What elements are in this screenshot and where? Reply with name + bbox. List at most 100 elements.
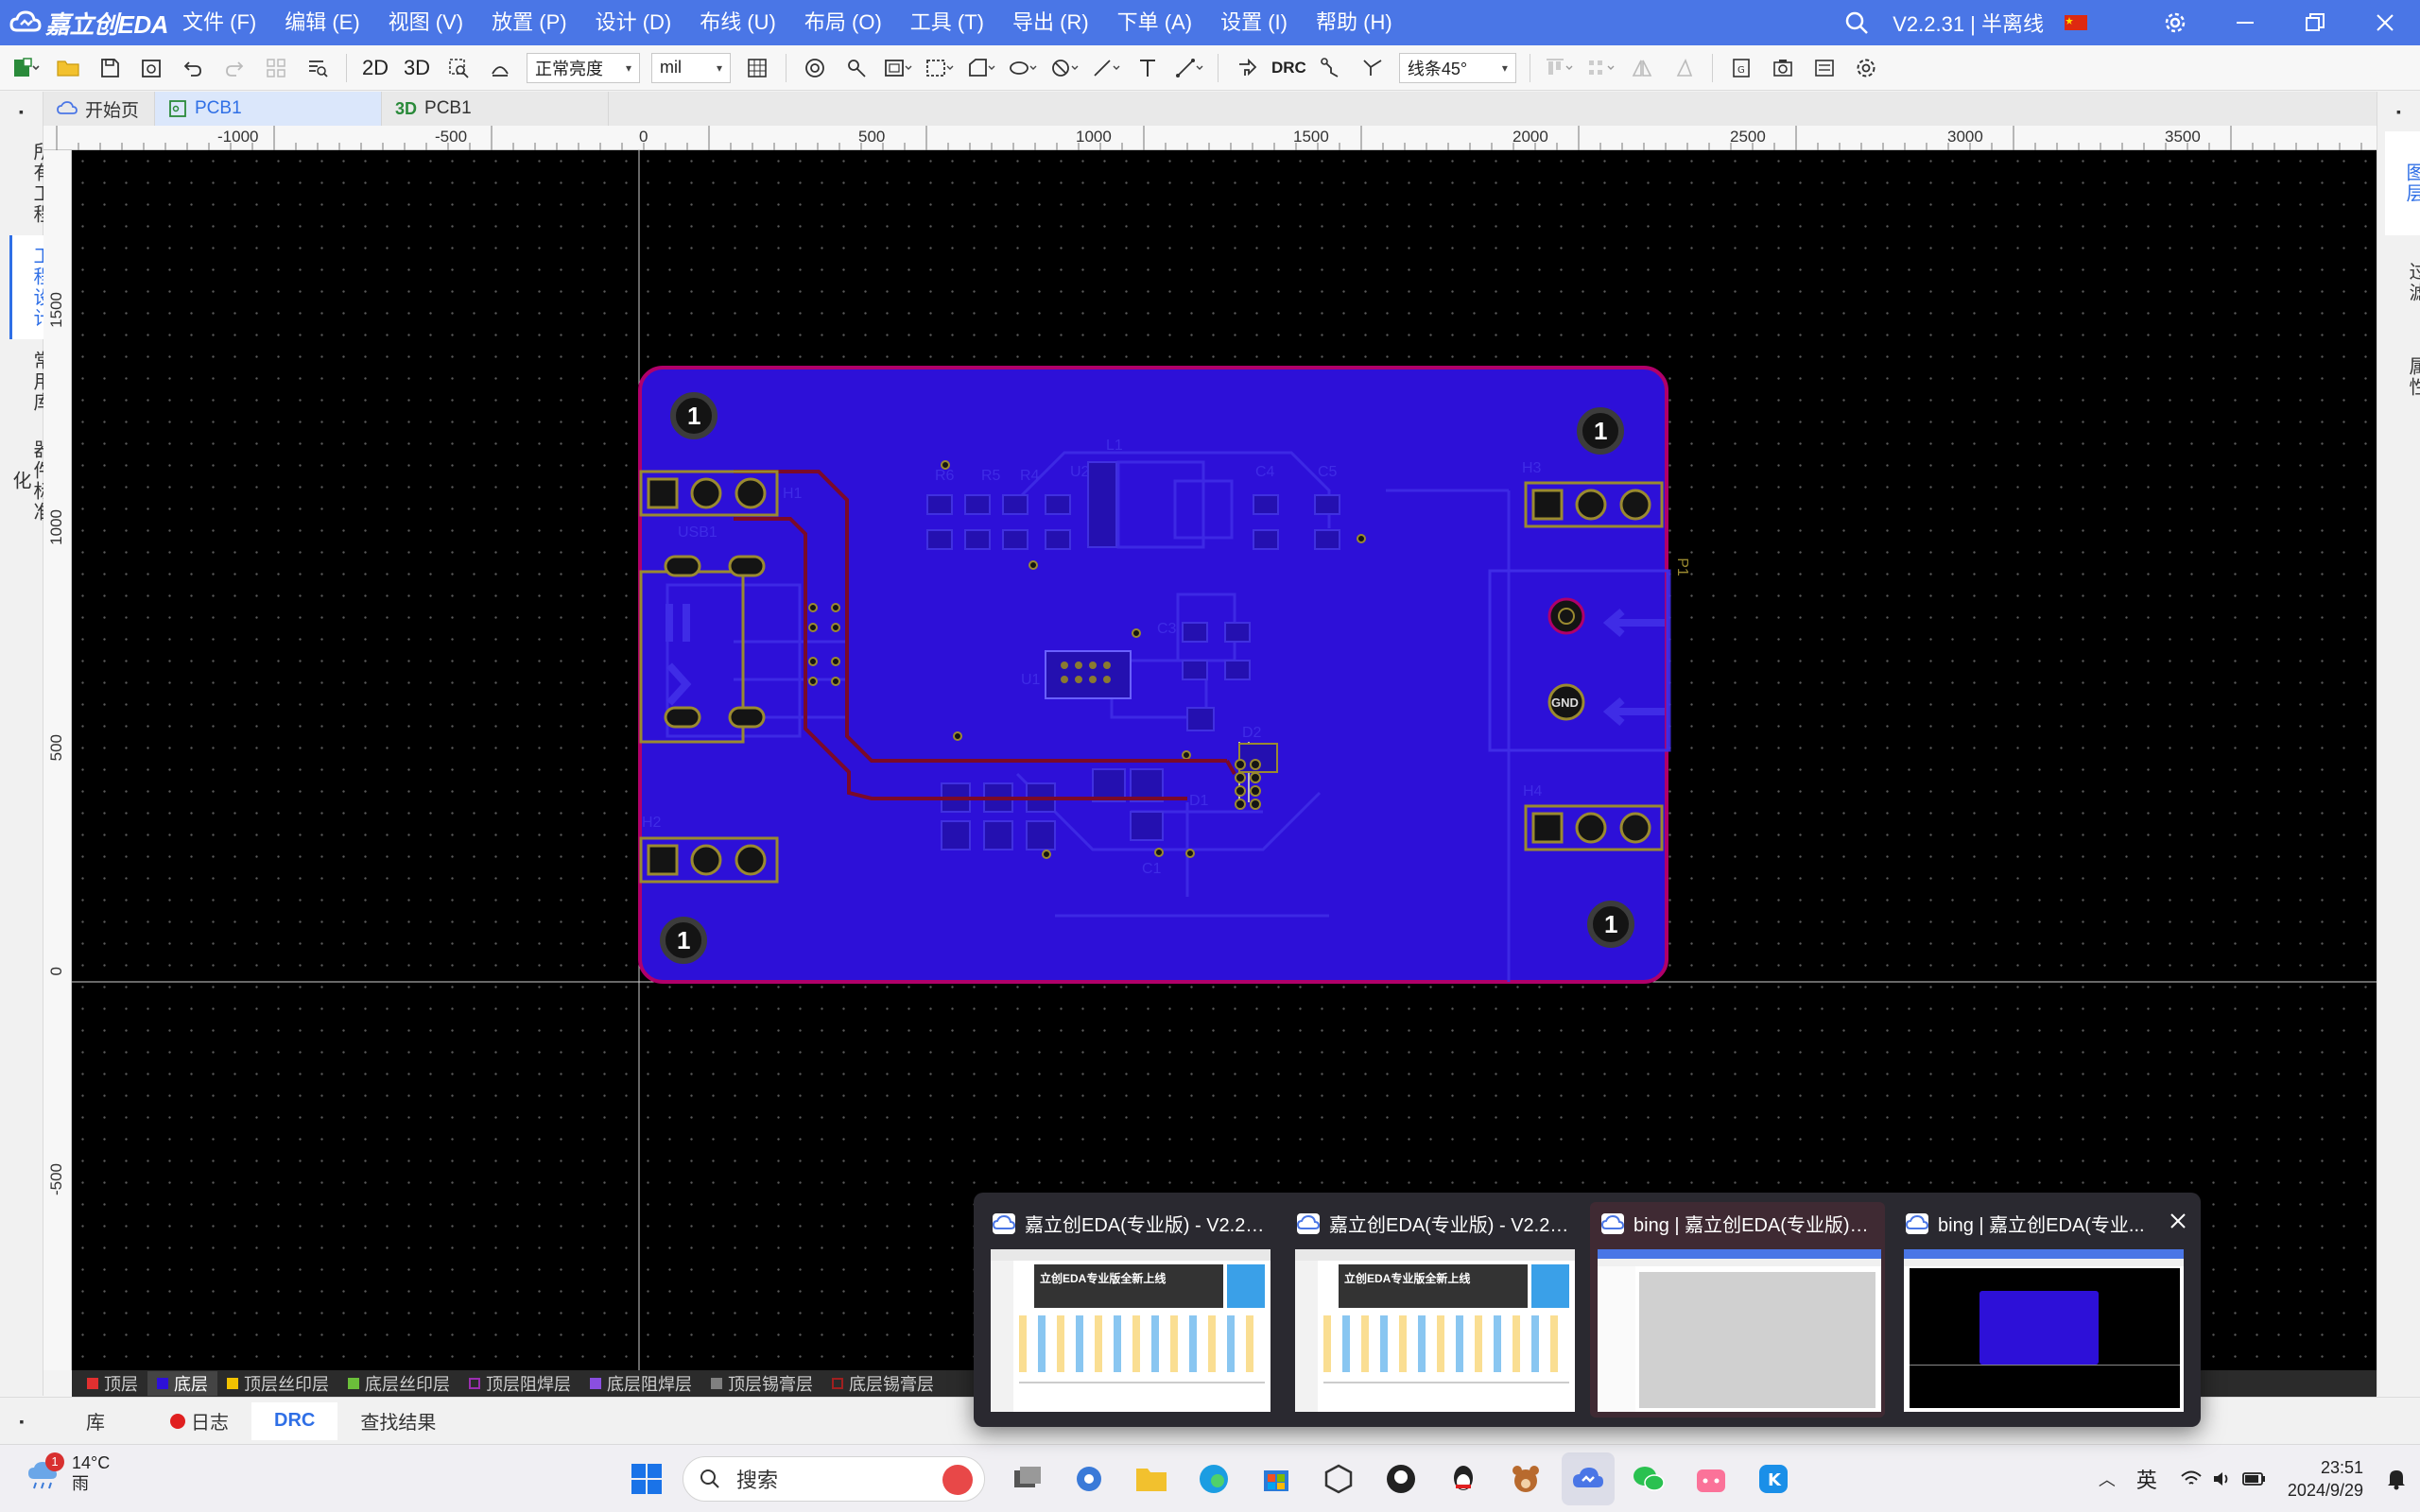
task-view-icon[interactable] — [1006, 1458, 1047, 1500]
lceda-taskbar-icon[interactable] — [1562, 1452, 1615, 1505]
menu-export[interactable]: 导出 (R) — [998, 0, 1103, 45]
array-icon[interactable] — [255, 45, 297, 91]
layer-bottom-solder-mask[interactable]: 底层阻焊层 — [580, 1371, 701, 1396]
route-track-icon[interactable] — [1310, 45, 1352, 91]
taskbar-search[interactable]: 搜索 — [683, 1456, 985, 1502]
preferences-gear-icon[interactable] — [1845, 45, 1887, 91]
grid-icon[interactable] — [736, 45, 778, 91]
zoom-area-icon[interactable] — [438, 45, 479, 91]
window-thumbnail[interactable]: bing | 嘉立创EDA(专业版) - V... — [1590, 1202, 1885, 1418]
flip-horizontal-icon[interactable] — [1621, 45, 1663, 91]
restore-button[interactable] — [2280, 0, 2350, 45]
layer-top[interactable]: 顶层 — [78, 1371, 147, 1396]
app-icon-settings[interactable] — [1068, 1458, 1110, 1500]
region-icon[interactable] — [919, 45, 960, 91]
window-thumbnail[interactable]: bing | 嘉立创EDA(专业... — [1894, 1202, 2189, 1418]
menu-place[interactable]: 放置 (P) — [477, 0, 580, 45]
tab-start-page[interactable]: 开始页 — [43, 92, 155, 126]
route-angle-select[interactable]: 线条45° ▾ — [1398, 52, 1516, 83]
menu-order[interactable]: 下单 (A) — [1103, 0, 1206, 45]
view-3d-button[interactable]: 3D — [396, 45, 438, 91]
brightness-select[interactable]: 正常亮度 ▾ — [527, 52, 640, 83]
menu-settings[interactable]: 设置 (I) — [1206, 0, 1302, 45]
notification-bell-icon[interactable] — [2386, 1468, 2407, 1490]
layer-top-silk[interactable]: 顶层丝印层 — [217, 1371, 338, 1396]
kugou-icon[interactable]: K — [1753, 1458, 1794, 1500]
gerber-icon[interactable]: G — [1720, 45, 1762, 91]
save-all-icon[interactable] — [130, 45, 172, 91]
menu-view[interactable]: 视图 (V) — [374, 0, 477, 45]
menu-edit[interactable]: 编辑 (E) — [270, 0, 373, 45]
pad-icon[interactable] — [836, 45, 877, 91]
pin-icon[interactable]: ▪ — [0, 92, 43, 131]
file-explorer-icon[interactable] — [1131, 1458, 1172, 1500]
menu-help[interactable]: 帮助 (H) — [1302, 0, 1407, 45]
brightness-icon[interactable] — [479, 45, 521, 91]
menu-design[interactable]: 设计 (D) — [581, 0, 686, 45]
wifi-icon[interactable] — [2180, 1469, 2203, 1488]
line-icon[interactable] — [1085, 45, 1127, 91]
distribute-icon[interactable] — [1580, 45, 1621, 91]
edge-browser-icon[interactable] — [1193, 1458, 1235, 1500]
windows-start-icon[interactable] — [626, 1458, 667, 1500]
view-2d-button[interactable]: 2D — [354, 45, 396, 91]
bear-app-icon[interactable] — [1505, 1458, 1547, 1500]
search-icon[interactable] — [1843, 9, 1870, 36]
pcb-board-outline[interactable] — [638, 366, 1668, 984]
screenshot-icon[interactable] — [1762, 45, 1804, 91]
find-replace-icon[interactable] — [297, 45, 338, 91]
weather-widget[interactable]: 1 14°C 雨 — [25, 1452, 110, 1494]
ellipse-icon[interactable] — [1002, 45, 1044, 91]
unity-icon[interactable] — [1318, 1458, 1359, 1500]
tab-drc[interactable]: DRC — [251, 1401, 338, 1440]
unit-select[interactable]: mil ▾ — [651, 52, 731, 83]
pin-icon[interactable]: ▪ — [2377, 92, 2420, 131]
drc-button[interactable]: DRC — [1268, 45, 1310, 91]
new-file-icon[interactable] — [6, 45, 47, 91]
pin-icon[interactable]: ▪ — [0, 1414, 43, 1429]
rail-tab-properties[interactable]: 属性 — [2385, 330, 2420, 424]
store-icon[interactable] — [1255, 1458, 1297, 1500]
window-thumbnail[interactable]: 嘉立创EDA(专业版) - V2.2.31.6 立创EDA专业版全新上线 — [981, 1202, 1276, 1418]
pcb-canvas[interactable]: 1 1 1 1 H1 USB1 H2 R6 R5 R4 U2 L1 C4 C5 … — [72, 150, 2377, 1370]
tab-pcb1-3d[interactable]: 3D PCB1 — [382, 92, 609, 126]
clock[interactable]: 23:51 2024/9/29 — [2288, 1456, 2363, 1502]
china-flag-icon[interactable] — [2065, 15, 2087, 30]
github-icon[interactable] — [1380, 1458, 1422, 1500]
import-icon[interactable] — [1226, 45, 1268, 91]
align-top-icon[interactable] — [1538, 45, 1580, 91]
layer-bottom[interactable]: 底层 — [147, 1371, 217, 1396]
battery-icon[interactable] — [2242, 1471, 2267, 1486]
flip-vertical-icon[interactable] — [1663, 45, 1704, 91]
tab-pcb1[interactable]: PCB1 — [155, 92, 382, 126]
via-icon[interactable] — [794, 45, 836, 91]
menu-layout[interactable]: 布局 (O) — [790, 0, 896, 45]
layer-bottom-silk[interactable]: 底层丝印层 — [338, 1371, 459, 1396]
tab-log[interactable]: 日志 — [147, 1402, 251, 1440]
rail-tab-layers[interactable]: 图层 — [2385, 131, 2420, 235]
bilibili-icon[interactable] — [1690, 1458, 1732, 1500]
redo-icon[interactable] — [214, 45, 255, 91]
wechat-icon[interactable] — [1628, 1458, 1669, 1500]
tab-library[interactable]: 库 — [43, 1402, 147, 1440]
open-folder-icon[interactable] — [47, 45, 89, 91]
ime-indicator[interactable]: 英 — [2136, 1464, 2157, 1494]
forbidden-region-icon[interactable] — [1044, 45, 1085, 91]
bom-icon[interactable] — [1804, 45, 1845, 91]
route-diff-icon[interactable] — [1352, 45, 1393, 91]
window-thumbnail[interactable]: 嘉立创EDA(专业版) - V2.2.31.6 立创EDA专业版全新上线 — [1286, 1202, 1581, 1418]
qq-icon[interactable] — [1443, 1458, 1484, 1500]
text-icon[interactable] — [1127, 45, 1168, 91]
menu-tools[interactable]: 工具 (T) — [896, 0, 998, 45]
layer-bottom-paste[interactable]: 底层锡膏层 — [822, 1371, 943, 1396]
menu-route[interactable]: 布线 (U) — [685, 0, 790, 45]
copper-area-icon[interactable] — [877, 45, 919, 91]
close-popup-button[interactable] — [2163, 1206, 2193, 1236]
menu-file[interactable]: 文件 (F) — [168, 0, 270, 45]
layer-top-solder-mask[interactable]: 顶层阻焊层 — [459, 1371, 580, 1396]
minimize-button[interactable] — [2210, 0, 2280, 45]
dimension-icon[interactable] — [1168, 45, 1210, 91]
undo-icon[interactable] — [172, 45, 214, 91]
tab-search-results[interactable]: 查找结果 — [337, 1402, 458, 1440]
chevron-up-icon[interactable]: ︿ — [2099, 1467, 2116, 1491]
